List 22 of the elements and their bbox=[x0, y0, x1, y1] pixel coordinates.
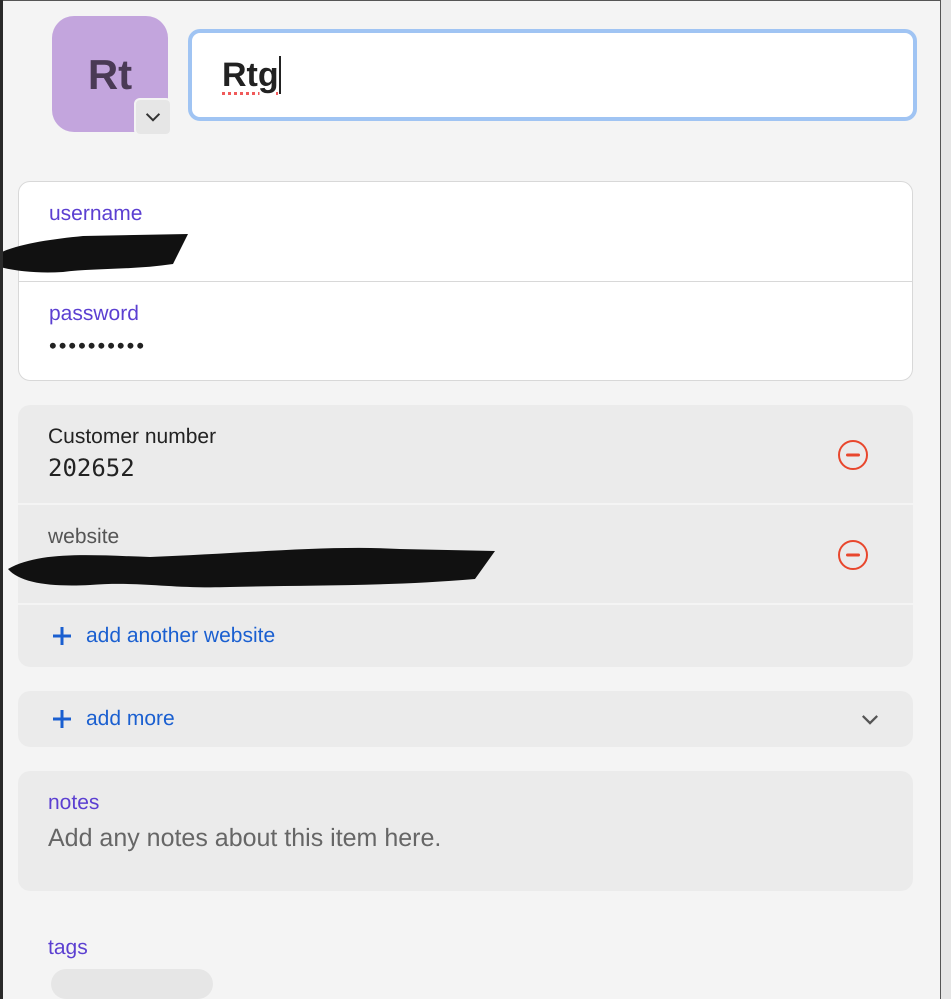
add-more-bar[interactable]: add more bbox=[18, 691, 913, 748]
field-label: Customer number bbox=[48, 424, 216, 450]
field-label: username bbox=[49, 201, 144, 227]
title-field[interactable]: Rtg bbox=[188, 29, 917, 121]
password-value: •••••••••• bbox=[49, 332, 148, 360]
avatar-menu-button[interactable] bbox=[134, 98, 172, 136]
title-text: Rtg bbox=[222, 54, 279, 96]
plus-icon bbox=[52, 709, 72, 730]
item-avatar: Rt bbox=[52, 16, 168, 132]
field-value: 202652 bbox=[48, 453, 136, 484]
field-label: password bbox=[49, 301, 140, 327]
add-website-button[interactable]: add another website bbox=[18, 605, 913, 667]
field-label: website bbox=[48, 524, 120, 550]
caret-icon bbox=[145, 112, 161, 122]
notes-label: notes bbox=[48, 790, 100, 816]
notes-placeholder: Add any notes about this item here. bbox=[48, 823, 442, 854]
remove-icon[interactable] bbox=[837, 439, 869, 471]
notes-field[interactable]: notes Add any notes about this item here. bbox=[18, 771, 913, 891]
add-more-label[interactable]: add more bbox=[86, 703, 175, 735]
remove-icon[interactable] bbox=[837, 539, 869, 571]
plus-icon bbox=[52, 626, 72, 646]
tags-label: tags bbox=[48, 935, 89, 961]
